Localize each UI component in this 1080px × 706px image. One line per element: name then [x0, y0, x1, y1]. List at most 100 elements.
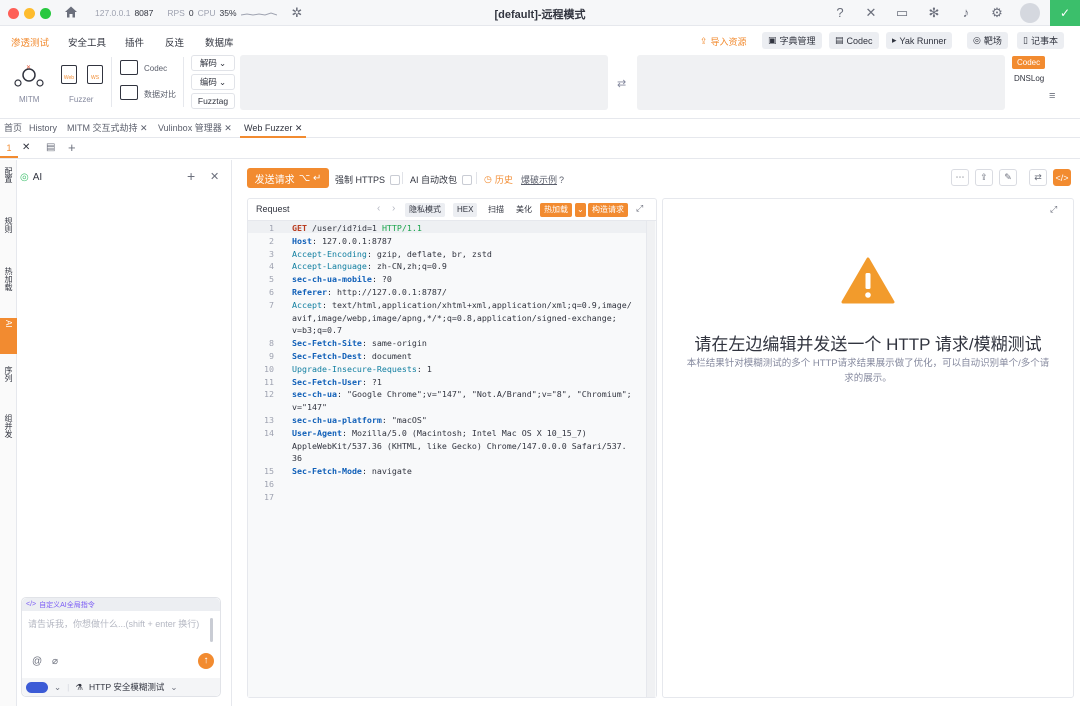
scan-button[interactable]: 扫描 — [484, 203, 508, 217]
share-icon[interactable]: ⋯ — [951, 169, 969, 186]
avatar[interactable] — [1020, 3, 1040, 23]
scrollbar[interactable] — [210, 618, 213, 642]
decode-dropdown[interactable]: 解码 ⌄ — [191, 55, 235, 71]
edit-icon[interactable]: ✎ — [999, 169, 1017, 186]
chevron-down-icon[interactable]: ⌄ — [575, 203, 586, 217]
codec-output-box[interactable] — [637, 55, 1005, 110]
hex-button[interactable]: HEX — [453, 203, 478, 217]
gear-icon[interactable]: ⚙ — [988, 4, 1006, 22]
dictionary-button[interactable]: ▣ 字典管理 — [762, 32, 822, 49]
rail-hot-reload[interactable]: 热加载 — [0, 265, 17, 313]
terminal-icon[interactable]: ▭ — [893, 4, 911, 22]
code-view-icon[interactable]: </> — [1053, 169, 1071, 186]
save-icon[interactable]: ▤ — [46, 142, 55, 153]
force-https-option[interactable]: 强制 HTTPS — [335, 173, 401, 186]
ai-input-box: </> 自定义AI全局指令 请告诉我，你想做什么...(shift + ente… — [21, 597, 221, 697]
force-https-checkbox[interactable] — [390, 174, 401, 185]
export-icon[interactable]: ⇪ — [975, 169, 993, 186]
beautify-button[interactable]: 美化 — [512, 203, 536, 217]
tools-icon[interactable]: ✕ — [862, 4, 880, 22]
menu-item-reverse[interactable]: 反连 — [165, 35, 184, 49]
import-resource-button[interactable]: ⇪ 导入资源 — [700, 35, 747, 48]
divider — [111, 57, 112, 107]
tab-mitm[interactable]: MITM 交互式劫持 ✕ — [67, 120, 148, 138]
menu-item-database[interactable]: 数据库 — [205, 35, 234, 49]
expand-icon[interactable]: ⤢ — [636, 203, 643, 214]
ws-label: WS — [90, 75, 100, 81]
demo-link[interactable]: 爆破示例 ? — [521, 173, 564, 186]
ai-modify-option[interactable]: AI 自动改包 — [410, 173, 473, 186]
codec-button[interactable]: ▤ Codec — [829, 32, 879, 49]
chevron-down-icon[interactable]: ⌄ — [54, 682, 61, 693]
codec-tool-label[interactable]: Codec — [144, 64, 167, 73]
codec-icon: ▤ — [835, 35, 844, 45]
add-tab-button[interactable]: + — [68, 140, 76, 155]
mention-icon[interactable]: @ — [32, 656, 42, 667]
web-fuzzer-icon[interactable]: Web — [61, 65, 77, 84]
compare-icon[interactable] — [120, 85, 138, 100]
subtab-1[interactable]: 1 — [0, 139, 18, 158]
fuzztag-button[interactable]: Fuzztag — [191, 93, 235, 109]
menu-item-pentest[interactable]: 渗透测试 — [11, 35, 49, 49]
swap-icon[interactable]: ⇄ — [617, 77, 626, 90]
tab-vulinbox[interactable]: Vulinbox 管理器 ✕ — [158, 120, 232, 138]
request-editor[interactable]: 1 GET /user/id?id=1 HTTP/1.1 2 Host: 127.0.… — [248, 221, 656, 697]
ai-prompt-input[interactable]: 请告诉我，你想做什么...(shift + enter 换行) — [28, 618, 208, 644]
yak-runner-button[interactable]: ▸ Yak Runner — [886, 32, 953, 49]
add-button[interactable]: + — [187, 168, 195, 184]
notepad-icon: ▯ — [1023, 35, 1028, 45]
rail-config[interactable]: 配置 — [0, 165, 17, 203]
chevron-left-icon[interactable]: ‹ — [377, 203, 380, 214]
rail-concurrency[interactable]: 组并发 — [0, 412, 17, 460]
close-icon[interactable]: ✕ — [295, 123, 303, 133]
model-avatar-icon[interactable] — [26, 681, 48, 693]
build-request-button[interactable]: 构造请求 — [588, 203, 628, 217]
rail-ai[interactable]: AI — [0, 318, 17, 354]
codec-tag[interactable]: Codec — [1012, 56, 1046, 69]
fuzztag-label: Fuzztag — [197, 96, 229, 106]
close-icon[interactable]: ✕ — [224, 123, 232, 133]
ai-mode-select[interactable]: HTTP 安全模糊测试 — [89, 681, 164, 693]
menu-item-plugins[interactable]: 插件 — [125, 35, 144, 49]
expand-icon[interactable]: ⤢ — [1050, 204, 1057, 215]
help-icon[interactable]: ? — [831, 4, 849, 22]
notepad-label: 记事本 — [1030, 36, 1058, 46]
rail-rules[interactable]: 规则 — [0, 215, 17, 253]
close-icon[interactable]: ✕ — [210, 170, 219, 183]
close-icon[interactable]: ✕ — [140, 123, 148, 133]
bell-icon[interactable]: ♪ — [957, 4, 975, 22]
ws-fuzzer-icon[interactable]: WS — [87, 65, 103, 84]
notepad-button[interactable]: ▯ 记事本 — [1017, 32, 1064, 49]
mitm-icon[interactable]: ✕ — [14, 63, 44, 89]
menu-item-security-tools[interactable]: 安全工具 — [68, 35, 106, 49]
send-ai-button[interactable]: ↑ — [198, 653, 214, 669]
code-line: Accept-Language: zh-CN,zh;q=0.9 — [292, 261, 447, 272]
swap-layout-icon[interactable]: ⇄ — [1029, 169, 1047, 186]
line-number: 5 — [269, 274, 274, 285]
custom-instruction-bar[interactable]: </> 自定义AI全局指令 — [22, 598, 220, 611]
close-icon[interactable]: ✕ — [22, 142, 30, 153]
shield-check-icon[interactable]: ✓ — [1050, 0, 1080, 26]
encode-dropdown[interactable]: 编码 ⌄ — [191, 74, 235, 90]
bug-icon[interactable]: ✻ — [925, 4, 943, 22]
tab-home[interactable]: 首页 — [4, 120, 22, 138]
rail-sequence[interactable]: 序列 — [0, 364, 17, 404]
chevron-right-icon[interactable]: › — [392, 203, 395, 214]
code-icon: </> — [26, 601, 37, 608]
codec-tool-icon[interactable] — [120, 60, 138, 75]
sort-icon[interactable]: ≡ — [1049, 90, 1055, 102]
chevron-down-icon[interactable]: ⌄ — [170, 682, 177, 693]
attach-icon[interactable]: ⌀ — [52, 656, 58, 667]
codec-input-box[interactable] — [240, 55, 608, 110]
send-request-button[interactable]: 发送请求 ⌥ ↵ — [247, 168, 329, 188]
target-range-button[interactable]: ◎ 靶场 — [967, 32, 1008, 49]
dnslog-tag[interactable]: DNSLog — [1012, 72, 1046, 85]
tab-web-fuzzer[interactable]: Web Fuzzer ✕ — [240, 120, 307, 138]
tab-history[interactable]: History — [29, 120, 57, 138]
history-button[interactable]: ◷ 历史 — [484, 173, 513, 186]
compare-label[interactable]: 数据对比 — [144, 89, 176, 100]
ai-modify-checkbox[interactable] — [462, 174, 473, 185]
scrollbar[interactable] — [646, 221, 655, 697]
hot-reload-button[interactable]: 热加载 — [540, 203, 572, 217]
privacy-mode-button[interactable]: 隐私模式 — [405, 203, 445, 217]
